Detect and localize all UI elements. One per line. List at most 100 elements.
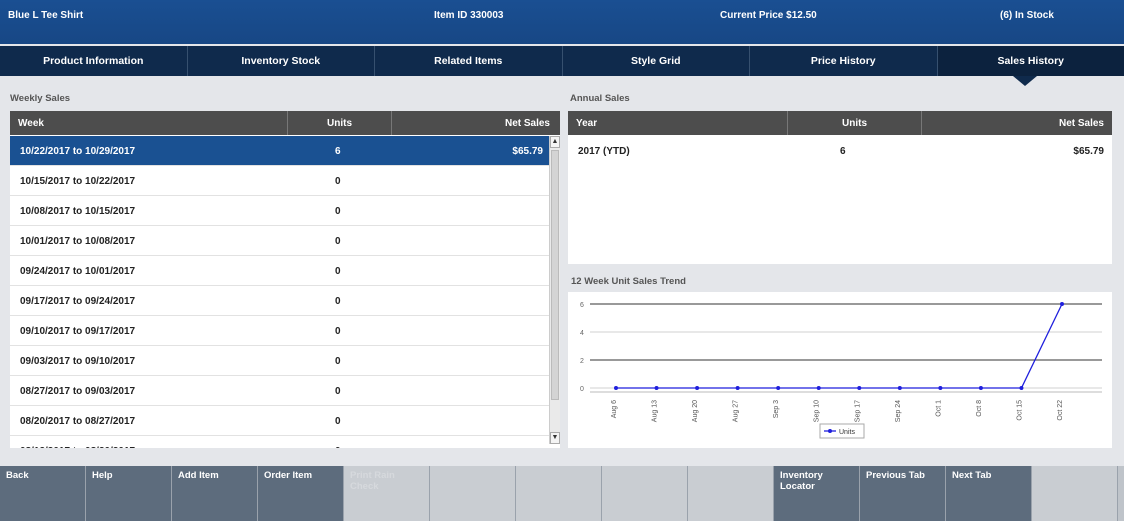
units-cell: 0 bbox=[335, 235, 341, 247]
x-tick-label: Oct 8 bbox=[976, 400, 983, 417]
x-tick-label: Oct 1 bbox=[935, 400, 942, 417]
tab-product-information[interactable]: Product Information bbox=[0, 46, 188, 76]
scroll-up-icon[interactable]: ▲ bbox=[550, 136, 560, 148]
active-tab-indicator bbox=[1013, 76, 1037, 86]
tab-related-items[interactable]: Related Items bbox=[375, 46, 563, 76]
table-row[interactable]: 10/01/2017 to 10/08/2017 0 bbox=[10, 226, 549, 256]
table-row[interactable]: 08/13/2017 to 08/20/2017 0 bbox=[10, 436, 549, 449]
data-point bbox=[614, 386, 618, 390]
table-row[interactable]: 09/03/2017 to 09/10/2017 0 bbox=[10, 346, 549, 376]
chart-svg: 0 2 4 6 Aug 6 Aug 13 Aug 20 Aug 27 Sep 3 Sep 10 Se… bbox=[580, 302, 1102, 439]
x-tick-label: Oct 15 bbox=[1016, 400, 1023, 421]
data-point bbox=[938, 386, 943, 390]
scroll-down-icon[interactable]: ▼ bbox=[550, 432, 560, 444]
y-tick-label: 0 bbox=[580, 386, 584, 393]
table-row[interactable]: 09/24/2017 to 10/01/2017 0 bbox=[10, 256, 549, 286]
x-tick-label: Aug 27 bbox=[733, 400, 740, 422]
x-tick-label: Sep 10 bbox=[814, 400, 821, 422]
data-point bbox=[897, 386, 902, 390]
annual-units: 6 bbox=[840, 145, 846, 157]
y-tick-label: 6 bbox=[580, 302, 584, 309]
item-name: Blue L Tee Shirt bbox=[8, 10, 84, 21]
week-cell: 10/08/2017 to 10/15/2017 bbox=[20, 205, 136, 217]
data-point bbox=[735, 386, 740, 390]
back-button[interactable]: Back bbox=[0, 466, 86, 521]
data-point bbox=[695, 386, 700, 390]
tab-style-grid[interactable]: Style Grid bbox=[563, 46, 750, 76]
x-tick-label: Aug 20 bbox=[692, 400, 699, 422]
week-cell: 09/10/2017 to 09/17/2017 bbox=[20, 325, 136, 337]
y-tick-label: 2 bbox=[580, 358, 584, 365]
table-row[interactable]: 10/15/2017 to 10/22/2017 0 bbox=[10, 166, 549, 196]
data-point bbox=[1019, 386, 1024, 390]
week-cell: 08/27/2017 to 09/03/2017 bbox=[20, 385, 136, 397]
annual-sales-table: Year Units Net Sales 2017 (YTD) 6 $65.79 bbox=[568, 111, 1112, 264]
annual-net: $65.79 bbox=[1073, 145, 1104, 157]
weekly-sales-table: Week Units Net Sales 10/22/2017 to 10/29… bbox=[10, 111, 560, 448]
week-cell: 10/22/2017 to 10/29/2017 bbox=[20, 145, 136, 157]
col-units[interactable]: Units bbox=[288, 111, 392, 135]
table-row[interactable]: 10/22/2017 to 10/29/2017 6 $65.79 bbox=[10, 136, 549, 166]
net-sales-cell: $65.79 bbox=[512, 145, 543, 157]
week-cell: 08/13/2017 to 08/20/2017 bbox=[20, 436, 135, 449]
empty-function-key bbox=[688, 466, 774, 521]
units-cell: 0 bbox=[335, 175, 341, 187]
tab-inventory-stock[interactable]: Inventory Stock bbox=[188, 46, 375, 76]
x-tick-label: Aug 13 bbox=[652, 400, 659, 422]
sales-trend-chart: 0 2 4 6 Aug 6 Aug 13 Aug 20 Aug 27 Sep 3 Sep 10 Se… bbox=[568, 292, 1112, 448]
help-button[interactable]: Help bbox=[86, 466, 172, 521]
table-row[interactable]: 08/20/2017 to 08/27/2017 0 bbox=[10, 406, 549, 436]
units-cell: 0 bbox=[335, 265, 341, 277]
units-cell: 0 bbox=[335, 205, 341, 217]
tab-sales-history[interactable]: Sales History bbox=[937, 46, 1124, 76]
weekly-sales-rows: 10/22/2017 to 10/29/2017 6 $65.79 10/15/201… bbox=[10, 136, 549, 448]
week-cell: 09/24/2017 to 10/01/2017 bbox=[20, 265, 136, 277]
legend-label: Units bbox=[839, 429, 855, 436]
item-id: Item ID 330003 bbox=[434, 10, 504, 21]
previous-tab-button[interactable]: Previous Tab bbox=[860, 466, 946, 521]
annual-sales-title: Annual Sales bbox=[570, 93, 630, 104]
table-row[interactable]: 10/08/2017 to 10/15/2017 0 bbox=[10, 196, 549, 226]
x-tick-label: Sep 3 bbox=[773, 400, 780, 418]
annual-row[interactable]: 2017 (YTD) 6 $65.79 bbox=[568, 136, 1112, 166]
col-annual-net-sales[interactable]: Net Sales bbox=[922, 111, 1112, 135]
function-key-bar: Back Help Add Item Order Item Print Rain Che… bbox=[0, 466, 1124, 521]
annual-sales-header: Year Units Net Sales bbox=[568, 111, 1112, 135]
empty-function-key bbox=[602, 466, 688, 521]
units-cell: 0 bbox=[335, 355, 341, 367]
table-row[interactable]: 09/17/2017 to 09/24/2017 0 bbox=[10, 286, 549, 316]
week-cell: 09/17/2017 to 09/24/2017 bbox=[20, 295, 136, 307]
annual-year: 2017 (YTD) bbox=[578, 145, 630, 157]
data-point bbox=[816, 386, 821, 390]
current-price: Current Price $12.50 bbox=[720, 10, 817, 21]
units-cell: 0 bbox=[335, 325, 341, 337]
tab-bar: Product Information Inventory Stock Rela… bbox=[0, 46, 1124, 76]
tab-price-history[interactable]: Price History bbox=[750, 46, 938, 76]
add-item-button[interactable]: Add Item bbox=[172, 466, 258, 521]
col-net-sales[interactable]: Net Sales bbox=[392, 111, 560, 135]
week-cell: 08/20/2017 to 08/27/2017 bbox=[20, 415, 136, 427]
col-annual-units[interactable]: Units bbox=[788, 111, 922, 135]
item-header: Blue L Tee Shirt Item ID 330003 Current … bbox=[0, 0, 1124, 44]
series-line bbox=[616, 303, 1063, 389]
table-row[interactable]: 08/27/2017 to 09/03/2017 0 bbox=[10, 376, 549, 406]
data-point bbox=[654, 386, 659, 390]
data-point bbox=[978, 386, 983, 390]
x-tick-label: Aug 6 bbox=[611, 400, 618, 418]
table-row[interactable]: 09/10/2017 to 09/17/2017 0 bbox=[10, 316, 549, 346]
next-tab-button[interactable]: Next Tab bbox=[946, 466, 1032, 521]
col-year[interactable]: Year bbox=[568, 111, 788, 135]
stock-status: (6) In Stock bbox=[1000, 10, 1054, 21]
units-cell: 6 bbox=[335, 145, 341, 157]
weekly-sales-scrollbar[interactable]: ▲ ▼ bbox=[549, 136, 560, 444]
col-week[interactable]: Week bbox=[10, 111, 288, 135]
inventory-locator-button[interactable]: Inventory Locator bbox=[774, 466, 860, 521]
week-cell: 09/03/2017 to 09/10/2017 bbox=[20, 355, 136, 367]
data-point bbox=[1060, 302, 1064, 306]
weekly-sales-header: Week Units Net Sales bbox=[10, 111, 560, 135]
week-cell: 10/01/2017 to 10/08/2017 bbox=[20, 235, 136, 247]
data-point bbox=[776, 386, 781, 390]
empty-function-key bbox=[516, 466, 602, 521]
scroll-thumb[interactable] bbox=[551, 150, 559, 400]
order-item-button[interactable]: Order Item bbox=[258, 466, 344, 521]
